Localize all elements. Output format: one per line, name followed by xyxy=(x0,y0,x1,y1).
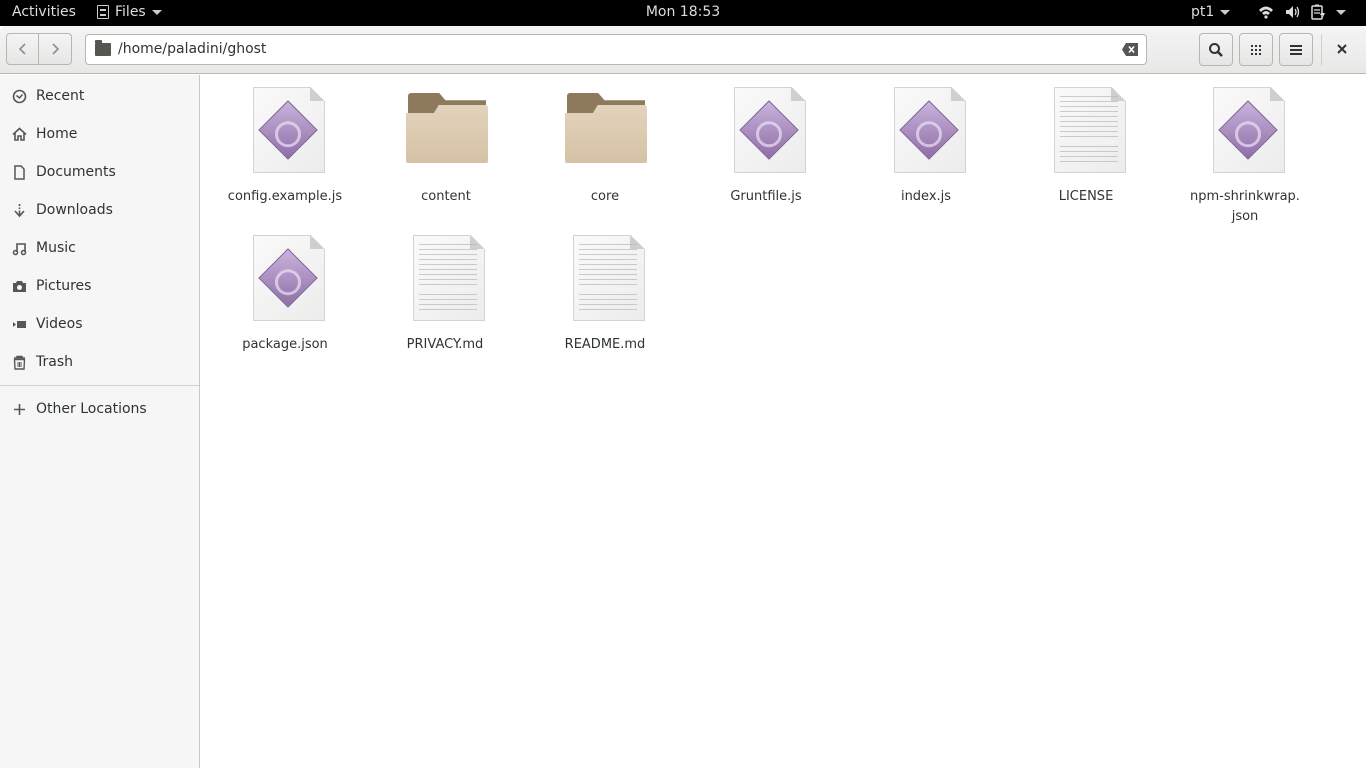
sidebar-item-label: Trash xyxy=(36,354,73,370)
video-icon xyxy=(13,321,26,328)
script-file-icon xyxy=(1205,87,1285,177)
sidebar-item-trash[interactable]: Trash xyxy=(0,343,199,381)
sidebar-item-documents[interactable]: Documents xyxy=(0,153,199,191)
file-name: config.example.js xyxy=(227,189,343,204)
sidebar-item-label: Home xyxy=(36,126,78,142)
file-name: content xyxy=(421,189,471,204)
script-file-icon xyxy=(245,235,325,325)
hamburger-menu-icon xyxy=(1290,44,1302,55)
wifi-icon xyxy=(1259,6,1273,19)
trash-icon xyxy=(13,355,26,370)
header-bar xyxy=(0,26,1366,74)
menu-button[interactable] xyxy=(1279,33,1313,66)
search-button[interactable] xyxy=(1199,33,1233,66)
header-separator xyxy=(1321,34,1322,66)
sidebar-item-videos[interactable]: Videos xyxy=(0,305,199,343)
search-icon xyxy=(1209,42,1223,57)
text-file-icon xyxy=(1046,87,1126,177)
chevron-right-icon xyxy=(52,43,60,55)
script-file-icon xyxy=(726,87,806,177)
location-input[interactable] xyxy=(118,41,1108,57)
clock-icon xyxy=(12,89,27,104)
clock-label: Mon 18:53 xyxy=(645,4,721,20)
script-file-icon xyxy=(886,87,966,177)
input-source-label: pt1 xyxy=(1191,4,1215,20)
caret-down-icon xyxy=(1220,9,1231,15)
file-name: LICENSE xyxy=(1058,189,1114,204)
sidebar-item-downloads[interactable]: Downloads xyxy=(0,191,199,229)
sidebar-item-other-locations[interactable]: Other Locations xyxy=(0,390,199,428)
sidebar-item-home[interactable]: Home xyxy=(0,115,199,153)
file-item-core[interactable]: core xyxy=(535,87,675,207)
clear-text-icon[interactable] xyxy=(1122,43,1138,56)
file-item-gruntfile-js[interactable]: Gruntfile.js xyxy=(696,87,836,207)
system-tray[interactable] xyxy=(1258,4,1346,20)
close-window-button[interactable] xyxy=(1332,39,1352,59)
file-name: core xyxy=(590,189,620,204)
file-item-index-js[interactable]: index.js xyxy=(856,87,996,207)
music-icon xyxy=(12,243,27,256)
sidebar-item-label: Downloads xyxy=(36,202,113,218)
folder-icon xyxy=(565,87,647,177)
top-bar: Activities Files Mon 18:53 pt1 xyxy=(0,0,1366,26)
file-name: npm-shrinkwrap. json xyxy=(1190,189,1300,224)
grid-view-icon xyxy=(1251,44,1261,55)
back-button[interactable] xyxy=(6,33,39,65)
file-view: config.example.js content core Gruntfile… xyxy=(201,75,1366,768)
file-item-readme-md[interactable]: README.md xyxy=(535,235,675,355)
chevron-left-icon xyxy=(18,43,26,55)
file-item-npm-shrinkwrap-json[interactable]: npm-shrinkwrap. json xyxy=(1175,87,1315,227)
sidebar-separator xyxy=(0,385,199,386)
sidebar-item-music[interactable]: Music xyxy=(0,229,199,267)
file-name: README.md xyxy=(564,337,646,352)
file-item-privacy-md[interactable]: PRIVACY.md xyxy=(375,235,515,355)
folder-icon xyxy=(406,87,488,177)
file-item-package-json[interactable]: package.json xyxy=(215,235,355,355)
file-name: package.json xyxy=(242,337,328,352)
document-icon xyxy=(14,165,25,180)
forward-button[interactable] xyxy=(39,33,72,65)
sidebar-item-label: Recent xyxy=(36,88,85,104)
sidebar-item-recent[interactable]: Recent xyxy=(0,77,199,115)
script-file-icon xyxy=(245,87,325,177)
camera-icon xyxy=(13,281,26,292)
file-name: PRIVACY.md xyxy=(406,337,484,352)
volume-icon xyxy=(1286,6,1300,18)
location-bar[interactable] xyxy=(85,34,1147,65)
sidebar-item-label: Documents xyxy=(36,164,116,180)
home-icon xyxy=(12,127,27,141)
sidebar: Recent Home Documents Downloads Music Pi… xyxy=(0,75,200,768)
file-name: index.js xyxy=(900,189,952,204)
battery-icon xyxy=(1311,4,1325,20)
system-menu-caret-icon xyxy=(1336,9,1346,15)
sidebar-item-pictures[interactable]: Pictures xyxy=(0,267,199,305)
file-item-config-example-js[interactable]: config.example.js xyxy=(215,87,355,207)
view-toggle-button[interactable] xyxy=(1239,33,1273,66)
clock[interactable]: Mon 18:53 xyxy=(0,4,1366,20)
file-item-content[interactable]: content xyxy=(376,87,516,207)
input-source-menu[interactable]: pt1 xyxy=(1191,4,1231,20)
file-item-license[interactable]: LICENSE xyxy=(1016,87,1156,207)
text-file-icon xyxy=(565,235,645,325)
download-icon xyxy=(14,204,25,218)
sidebar-item-label: Music xyxy=(36,240,76,256)
text-file-icon xyxy=(405,235,485,325)
close-icon xyxy=(1337,44,1347,54)
sidebar-item-label: Other Locations xyxy=(36,401,147,417)
file-name: Gruntfile.js xyxy=(730,189,802,204)
plus-icon xyxy=(14,404,25,415)
sidebar-item-label: Videos xyxy=(36,316,83,332)
folder-icon xyxy=(95,40,111,56)
navigation-buttons xyxy=(6,33,72,65)
sidebar-item-label: Pictures xyxy=(36,278,92,294)
